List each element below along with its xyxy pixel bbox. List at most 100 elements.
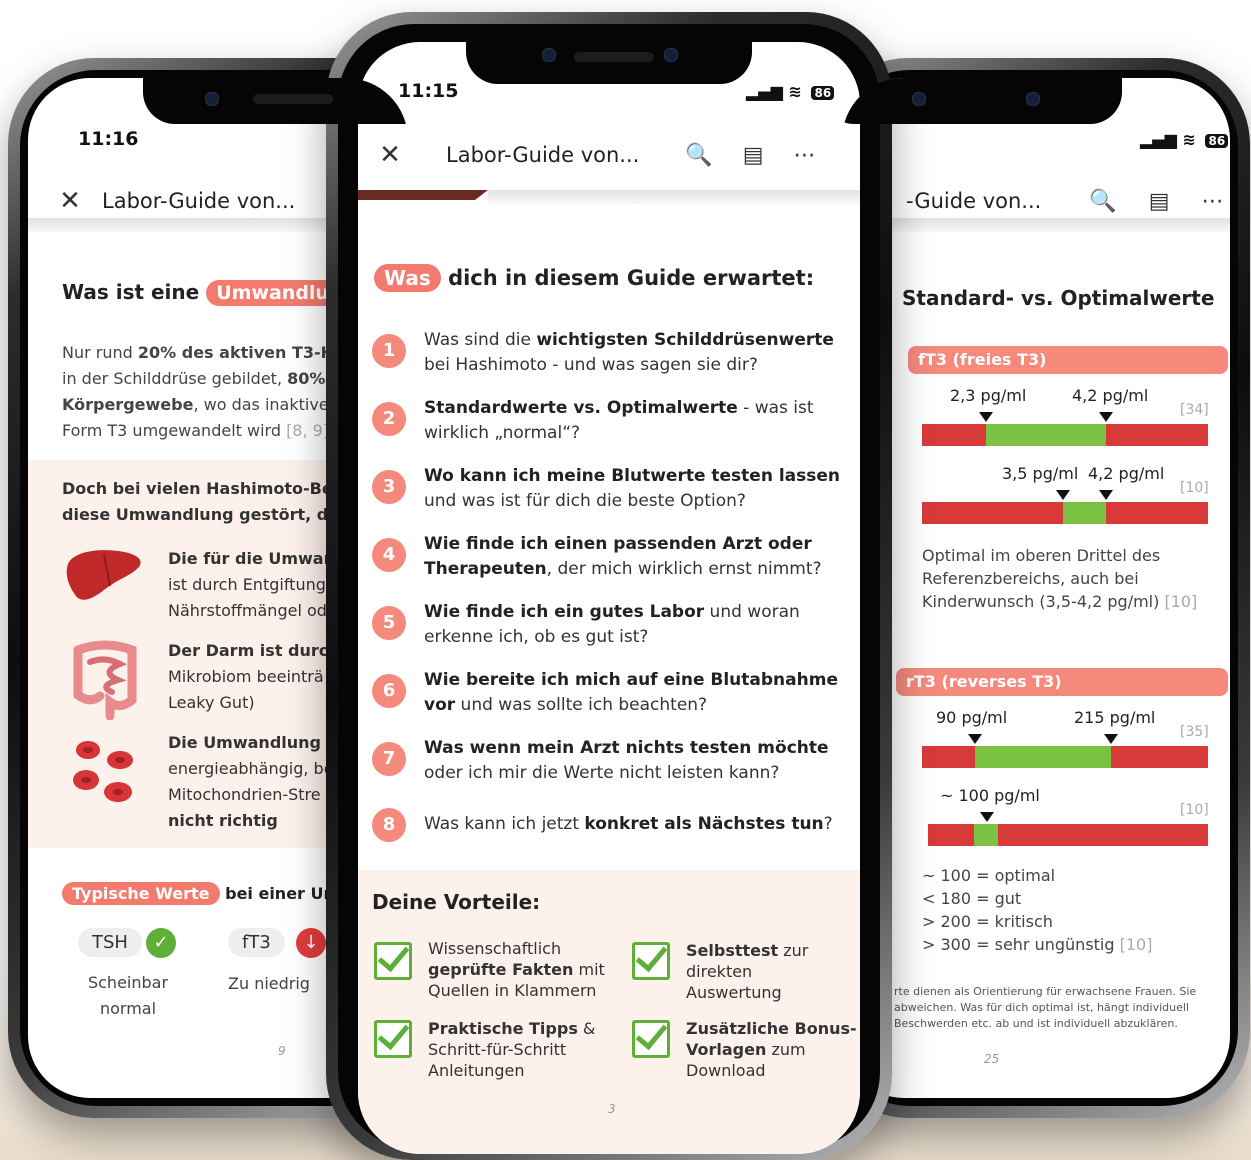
battery-icon: 86 (811, 86, 835, 100)
doc-title: Labor-Guide von... (102, 189, 296, 213)
close-icon[interactable]: ✕ (370, 140, 410, 170)
intestine-icon (73, 640, 137, 720)
wifi-icon: ≋ (1182, 130, 1196, 149)
para-line: Form T3 umgewandelt wird [8, 9] (62, 421, 330, 440)
close-icon[interactable]: ✕ (50, 186, 90, 216)
range-marker (979, 412, 993, 422)
camera (205, 92, 219, 106)
tsh-label: Scheinbar normal (87, 973, 169, 1018)
pink-intro: Doch bei vielen Hashimoto-Betro diese Um… (62, 479, 362, 524)
more-icon[interactable]: ⋯ (1202, 189, 1224, 214)
reference: [35] (1180, 724, 1209, 740)
para-line: Nur rund 20% des aktiven T3-Hor (62, 343, 353, 362)
doc-title: Labor-Guide von... (446, 143, 640, 167)
right-phone-screen: ▂▄▆ ≋ 86 -Guide von... 🔍 ▤ ⋯ Standard- v… (842, 78, 1230, 1098)
rt3-section-header: rT3 (reverses T3) (896, 668, 1228, 696)
optimal-range (974, 824, 998, 846)
left-notch (143, 78, 408, 124)
center-topbar: ✕ Labor-Guide von... 🔍 ▤ ⋯ (358, 120, 860, 190)
question-text: Was kann ich jetzt konkret als Nächstes … (424, 814, 833, 834)
checkbox-icon (632, 942, 670, 980)
question-number: 5 (372, 606, 406, 640)
center-phone: 11:15 ▂▄▆ ≋ 86 ✕ Labor-Guide von... 🔍 ▤ … (326, 12, 892, 1160)
battery-icon: 86 (1205, 134, 1229, 148)
page-number: 25 (984, 1052, 1000, 1066)
range-bar (922, 746, 1208, 768)
optimal-range (986, 424, 1106, 446)
question-text: Wie bereite ich mich auf eine Blutabnahm… (424, 670, 838, 715)
checkbox-icon (632, 1020, 670, 1058)
range-bar (928, 824, 1208, 846)
ft3-section-header: fT3 (freies T3) (908, 346, 1228, 374)
bar-label: 4,2 pg/ml (1072, 386, 1149, 405)
checkbox-icon (374, 942, 412, 980)
speaker (253, 94, 333, 104)
center-notch (466, 42, 752, 84)
advantage-text: Praktische Tipps & Schritt-für-Schritt A… (428, 1019, 596, 1080)
doc-title: -Guide von... (906, 189, 1042, 213)
range-marker (980, 812, 994, 822)
bar-label: 90 pg/ml (936, 708, 1008, 727)
heading-pill: Was (374, 264, 441, 292)
bar-label: 2,3 pg/ml (950, 386, 1027, 405)
advantage-text: Wissenschaftlich geprüfte Fakten mit Que… (428, 939, 605, 1000)
page-number: 9 (278, 1044, 286, 1058)
camera (664, 48, 678, 62)
range-bar (922, 424, 1208, 446)
more-icon[interactable]: ⋯ (794, 143, 816, 168)
comment-icon[interactable]: ▤ (1149, 189, 1170, 214)
comment-icon[interactable]: ▤ (743, 143, 764, 168)
item-text-liver: Die für die Umwandl ist durch Entgiftung… (168, 549, 352, 620)
cover-image-strip (358, 190, 488, 200)
search-document-icon[interactable]: 🔍 (1089, 189, 1116, 214)
question-number: 2 (372, 402, 406, 436)
question-number: 3 (372, 470, 406, 504)
advantages-title: Deine Vorteile: (372, 890, 541, 914)
range-marker (1056, 490, 1070, 500)
camera (1026, 92, 1040, 106)
arrow-down-circle-icon: ↓ (296, 928, 326, 958)
optimal-range (1063, 502, 1106, 524)
question-text: Wo kann ich meine Blutwerte testen lasse… (424, 466, 841, 511)
liver-icon (66, 550, 141, 600)
range-marker (1104, 734, 1118, 744)
optimal-range (975, 746, 1111, 768)
advantages-section: Deine Vorteile: Wissenschaftlich geprüft… (358, 870, 860, 1154)
check-circle-icon: ✓ (146, 928, 176, 958)
para-line: in der Schilddrüse gebildet, 80% (62, 369, 326, 388)
question-text: Was sind die wichtigsten Schilddrüsenwer… (424, 330, 834, 375)
bar-label: 3,5 pg/ml (1002, 464, 1079, 483)
right-notch (842, 78, 1122, 124)
search-document-icon[interactable]: 🔍 (685, 143, 712, 168)
question-number: 6 (372, 674, 406, 708)
wifi-icon: ≋ (788, 82, 802, 101)
camera (542, 48, 556, 62)
question-number: 8 (372, 808, 406, 842)
page-heading: Standard- vs. Optimalwerte (902, 286, 1215, 310)
question-text: Was wenn mein Arzt nichts testen möchte … (424, 738, 829, 783)
bar-label: 215 pg/ml (1074, 708, 1156, 727)
status-icons: ▂▄▆ ≋ 86 (1140, 130, 1229, 149)
speaker (574, 52, 654, 62)
advantage-text: Selbsttest zur direkten Auswertung (686, 941, 809, 1002)
status-icons: ▂▄▆ ≋ 86 (746, 82, 835, 101)
range-bar (922, 502, 1208, 524)
page-number: 3 (608, 1102, 616, 1116)
center-phone-screen: 11:15 ▂▄▆ ≋ 86 ✕ Labor-Guide von... 🔍 ▤ … (358, 42, 860, 1154)
range-marker (1099, 412, 1113, 422)
tsh-chip: TSH (78, 928, 142, 957)
page-heading: Was ist eine Umwandlur (62, 280, 349, 306)
question-number: 7 (372, 742, 406, 776)
signal-icon: ▂▄▆ (746, 82, 783, 101)
ft3-label: Zu niedrig (228, 974, 310, 993)
signal-icon: ▂▄▆ (1140, 130, 1177, 149)
topbar-divider (488, 190, 860, 204)
reference: [10] (1180, 480, 1209, 496)
blood-cells-icon (73, 741, 133, 802)
question-number: 1 (372, 334, 406, 368)
status-time: 11:16 (78, 128, 139, 150)
rt3-scale-list: ~ 100 = optimal < 180 = gut > 200 = krit… (922, 866, 1153, 954)
question-text: Wie finde ich einen passenden Arzt oder … (424, 534, 822, 579)
checkbox-icon (374, 1020, 412, 1058)
reference: [34] (1180, 402, 1209, 418)
